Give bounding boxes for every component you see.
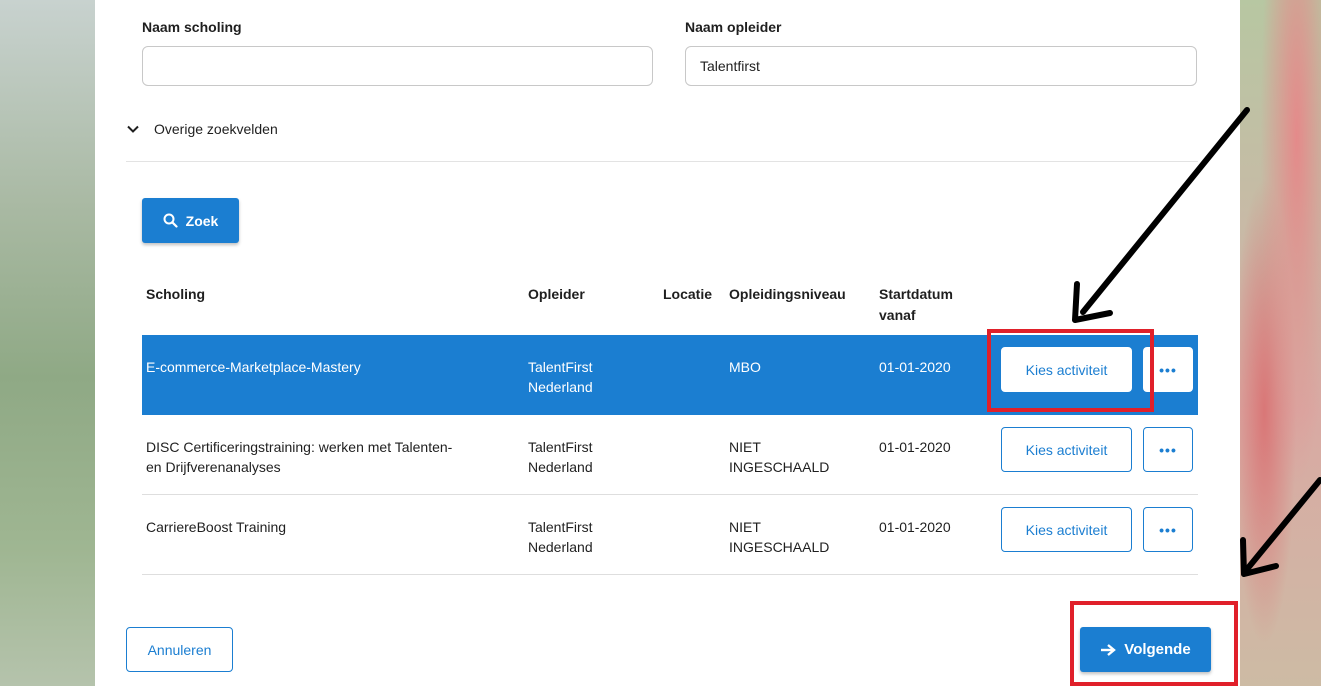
background-left [0,0,95,686]
kies-activiteit-button[interactable]: Kies activiteit [1001,507,1132,552]
more-options-button[interactable]: ••• [1143,507,1193,552]
background-right [1240,0,1321,686]
header-startdatum: Startdatum vanaf [879,286,953,323]
cell-scholing: CarriereBoost Training [146,519,287,535]
table-row[interactable]: CarriereBoost Training TalentFirst Nederl… [142,495,1198,575]
search-button-label: Zoek [185,212,219,229]
cell-opleider: TalentFirst Nederland [528,359,593,395]
course-name-input[interactable] [142,46,653,86]
kies-activiteit-button[interactable]: Kies activiteit [1001,427,1132,472]
cell-startdatum: 01-01-2020 [879,359,951,375]
cell-opleider: TalentFirst Nederland [528,519,593,555]
highlight-box-volgende [1070,601,1238,686]
form-divider [126,161,1198,162]
search-icon [163,213,178,228]
provider-label: Naam opleider [685,19,782,35]
cell-scholing: E-commerce-Marketplace-Mastery [146,359,361,375]
more-options-button[interactable]: ••• [1143,427,1193,472]
more-fields-toggle[interactable]: Overige zoekvelden [126,121,278,137]
chevron-down-icon [127,125,139,133]
cell-scholing: DISC Certificeringstraining: werken met … [146,439,453,475]
cancel-button[interactable]: Annuleren [126,627,233,672]
cell-niveau: NIET INGESCHAALD [729,439,830,475]
more-fields-label: Overige zoekvelden [154,121,278,137]
search-button[interactable]: Zoek [142,198,239,243]
cell-startdatum: 01-01-2020 [879,519,951,535]
cell-niveau: MBO [729,359,761,375]
header-opleidingsniveau: Opleidingsniveau [729,286,846,302]
header-locatie: Locatie [663,286,713,302]
table-row[interactable]: DISC Certificeringstraining: werken met … [142,415,1198,495]
course-name-label: Naam scholing [142,19,242,35]
cell-opleider: TalentFirst Nederland [528,439,593,475]
cell-startdatum: 01-01-2020 [879,439,951,455]
provider-input[interactable] [685,46,1197,86]
header-scholing: Scholing [146,286,206,302]
header-opleider: Opleider [528,286,585,302]
cell-niveau: NIET INGESCHAALD [729,519,830,555]
highlight-box-kies-activiteit [987,329,1154,412]
